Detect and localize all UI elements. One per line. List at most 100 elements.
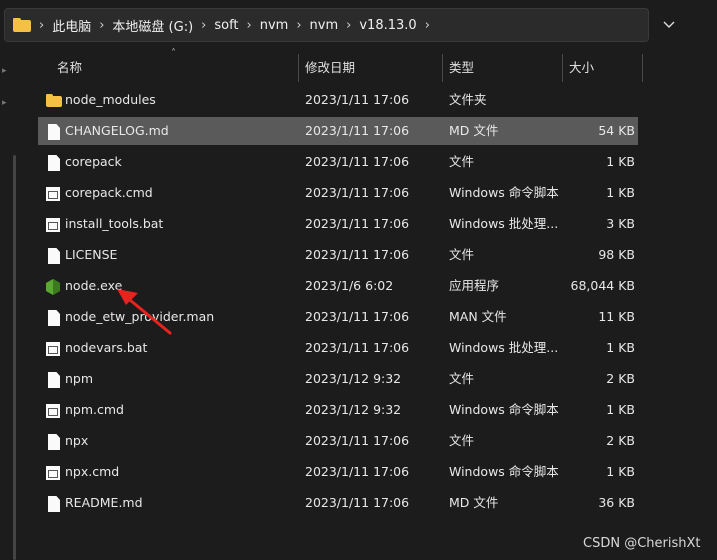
file-icon — [48, 310, 60, 326]
file-date: 2023/1/11 17:06 — [305, 464, 410, 479]
breadcrumb-separator: › — [99, 17, 105, 33]
file-date: 2023/1/11 17:06 — [305, 154, 410, 169]
file-row[interactable]: npx 2023/1/11 17:06 文件 2 KB — [38, 427, 638, 455]
navigation-pane: ▸ ▸ — [0, 50, 20, 560]
file-row[interactable]: node.exe 2023/1/6 6:02 应用程序 68,044 KB — [38, 272, 638, 300]
script-icon — [46, 187, 60, 201]
file-name: node_modules — [65, 92, 156, 107]
breadcrumb-separator: › — [201, 17, 207, 33]
file-type: Windows 命令脚本 — [449, 464, 559, 479]
file-name: npm — [65, 371, 94, 386]
file-row[interactable]: corepack 2023/1/11 17:06 文件 1 KB — [38, 148, 638, 176]
file-row[interactable]: install_tools.bat 2023/1/11 17:06 Windows … — [38, 210, 638, 238]
file-size: 98 KB — [598, 247, 635, 262]
script-icon — [46, 466, 60, 480]
file-name: README.md — [65, 495, 143, 510]
file-size: 54 KB — [598, 123, 635, 138]
file-size: 1 KB — [606, 340, 635, 355]
file-size: 1 KB — [606, 402, 635, 417]
file-type: Windows 批处理... — [449, 340, 559, 355]
file-icon — [48, 372, 60, 388]
file-icon — [48, 248, 60, 264]
watermark: CSDN @CherishXt — [583, 536, 701, 551]
column-header-size[interactable]: 大小 — [562, 54, 641, 82]
file-type: 应用程序 — [449, 278, 500, 293]
column-header-type[interactable]: 类型 — [442, 54, 561, 82]
file-icon — [48, 155, 60, 171]
breadcrumb-separator: › — [346, 17, 352, 33]
column-header-row: ˄ 名称 修改日期 类型 大小 — [0, 48, 717, 82]
column-divider[interactable] — [642, 54, 643, 82]
file-name: npx — [65, 433, 89, 448]
breadcrumb-nvm-2[interactable]: nvm — [310, 18, 339, 33]
file-type: Windows 批处理... — [449, 216, 559, 231]
breadcrumb-soft[interactable]: soft — [214, 18, 238, 33]
file-name: npm.cmd — [65, 402, 124, 417]
folder-icon — [13, 18, 31, 32]
breadcrumb-separator: › — [246, 17, 252, 33]
breadcrumb-nvm[interactable]: nvm — [260, 18, 289, 33]
file-name: node_etw_provider.man — [65, 309, 215, 324]
file-type: Windows 命令脚本 — [449, 402, 559, 417]
file-date: 2023/1/12 9:32 — [305, 402, 402, 417]
file-row[interactable]: npx.cmd 2023/1/11 17:06 Windows 命令脚本 1 KB — [38, 458, 638, 486]
file-type: 文件 — [449, 247, 475, 262]
file-icon — [48, 124, 60, 140]
folder-icon — [46, 93, 62, 109]
file-type: MD 文件 — [449, 495, 499, 510]
file-type: 文件 — [449, 433, 475, 448]
file-type: MAN 文件 — [449, 309, 507, 324]
navigation-scrollbar[interactable] — [13, 155, 16, 560]
file-row[interactable]: corepack.cmd 2023/1/11 17:06 Windows 命令脚本 1… — [38, 179, 638, 207]
file-type: Windows 命令脚本 — [449, 185, 559, 200]
file-row[interactable]: npm 2023/1/12 9:32 文件 2 KB — [38, 365, 638, 393]
file-row[interactable]: node_etw_provider.man 2023/1/11 17:06 MAN … — [38, 303, 638, 331]
file-date: 2023/1/11 17:06 — [305, 340, 410, 355]
file-size: 1 KB — [606, 464, 635, 479]
file-size: 68,044 KB — [570, 278, 635, 293]
file-size: 11 KB — [598, 309, 635, 324]
breadcrumb-separator: › — [424, 17, 430, 33]
file-name: node.exe — [65, 278, 123, 293]
file-name: corepack.cmd — [65, 185, 153, 200]
script-icon — [46, 218, 60, 232]
file-row[interactable]: LICENSE 2023/1/11 17:06 文件 98 KB — [38, 241, 638, 269]
file-icon — [48, 496, 60, 512]
file-row[interactable]: CHANGELOG.md 2023/1/11 17:06 MD 文件 54 KB — [38, 117, 638, 145]
file-type: 文件 — [449, 154, 475, 169]
file-row[interactable]: README.md 2023/1/11 17:06 MD 文件 36 KB — [38, 489, 638, 517]
script-icon — [46, 404, 60, 418]
file-row[interactable]: npm.cmd 2023/1/12 9:32 Windows 命令脚本 1 KB — [38, 396, 638, 424]
script-icon — [46, 342, 60, 356]
file-date: 2023/1/11 17:06 — [305, 92, 410, 107]
chevron-right-icon[interactable]: ▸ — [2, 98, 7, 108]
file-date: 2023/1/11 17:06 — [305, 247, 410, 262]
file-name: CHANGELOG.md — [65, 123, 169, 138]
file-name: corepack — [65, 154, 122, 169]
file-row[interactable]: nodevars.bat 2023/1/11 17:06 Windows 批处理..… — [38, 334, 638, 362]
file-row[interactable]: node_modules 2023/1/11 17:06 文件夹 — [38, 86, 638, 114]
breadcrumb-version[interactable]: v18.13.0 — [359, 18, 416, 33]
column-header-name[interactable]: 名称 — [50, 54, 298, 82]
breadcrumb-separator: › — [296, 17, 302, 33]
file-date: 2023/1/11 17:06 — [305, 123, 410, 138]
breadcrumb-this-pc[interactable]: 此电脑 — [52, 16, 91, 35]
file-name: npx.cmd — [65, 464, 120, 479]
address-dropdown-button[interactable] — [654, 8, 684, 42]
file-date: 2023/1/6 6:02 — [305, 278, 394, 293]
file-icon — [48, 434, 60, 450]
file-size — [558, 86, 635, 114]
app-icon — [46, 279, 60, 295]
file-size: 2 KB — [606, 371, 635, 386]
file-date: 2023/1/11 17:06 — [305, 185, 410, 200]
file-type: 文件 — [449, 371, 475, 386]
file-date: 2023/1/11 17:06 — [305, 309, 410, 324]
breadcrumb-separator: › — [39, 17, 45, 33]
file-type: MD 文件 — [449, 123, 499, 138]
address-bar[interactable]: › 此电脑 › 本地磁盘 (G:) › soft › nvm › nvm › v… — [4, 8, 649, 42]
file-date: 2023/1/11 17:06 — [305, 433, 410, 448]
file-size: 2 KB — [606, 433, 635, 448]
breadcrumb-drive-g[interactable]: 本地磁盘 (G:) — [112, 16, 193, 35]
file-name: nodevars.bat — [65, 340, 148, 355]
column-header-date[interactable]: 修改日期 — [298, 54, 441, 82]
